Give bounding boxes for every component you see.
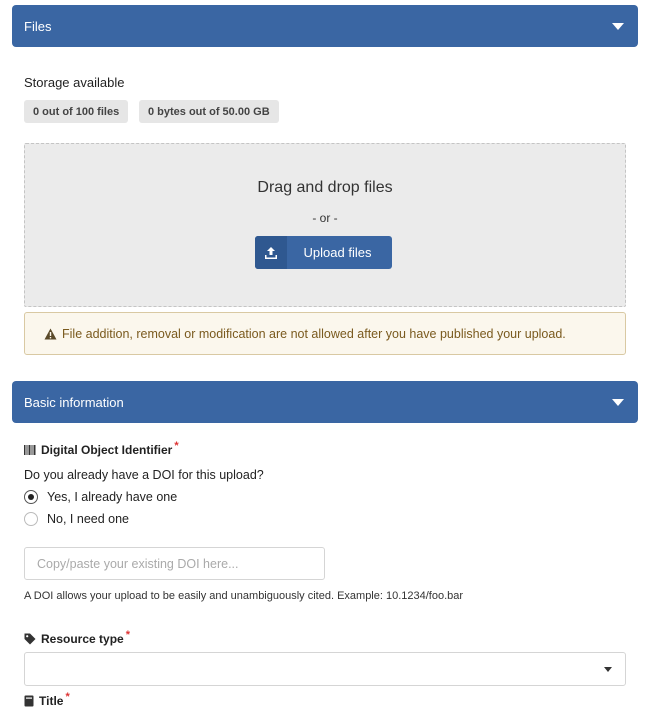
file-dropzone[interactable]: Drag and drop files - or - Upload files	[24, 143, 626, 307]
basic-info-section-title: Basic information	[24, 394, 124, 410]
required-marker: *	[65, 691, 70, 703]
dropzone-title: Drag and drop files	[257, 179, 393, 196]
dropzone-or: - or -	[312, 211, 338, 225]
files-count-badge: 0 out of 100 files	[24, 100, 129, 123]
caret-down-icon	[612, 398, 624, 406]
doi-label-text: Digital Object Identifier	[41, 443, 173, 457]
doi-input[interactable]	[24, 547, 325, 580]
caret-down-icon	[612, 22, 624, 30]
warning-triangle-icon	[44, 328, 57, 340]
doi-option-no[interactable]: No, I need one	[24, 512, 129, 526]
dropdown-caret-icon	[604, 667, 612, 672]
upload-icon	[255, 236, 287, 269]
files-accordion-header[interactable]: Files	[12, 5, 638, 47]
radio-checked[interactable]	[24, 490, 38, 504]
required-marker: *	[174, 440, 179, 452]
files-warning-message: File addition, removal or modification a…	[24, 312, 626, 355]
doi-question: Do you already have a DOI for this uploa…	[24, 468, 264, 482]
doi-option-yes-label: Yes, I already have one	[47, 490, 178, 504]
barcode-icon	[24, 445, 36, 455]
title-label: Title *	[24, 691, 70, 708]
radio-unchecked[interactable]	[24, 512, 38, 526]
upload-files-label: Upload files	[303, 245, 372, 260]
title-label-text: Title	[39, 694, 64, 708]
required-marker: *	[125, 629, 130, 641]
storage-label: Storage available	[24, 75, 125, 90]
upload-files-button[interactable]: Upload files	[255, 236, 392, 269]
files-section-title: Files	[24, 18, 52, 34]
doi-option-yes[interactable]: Yes, I already have one	[24, 490, 177, 504]
tag-icon	[24, 633, 36, 645]
book-icon	[24, 695, 34, 707]
warning-text: File addition, removal or modification a…	[62, 326, 566, 341]
storage-size-badge: 0 bytes out of 50.00 GB	[139, 100, 279, 123]
doi-label: Digital Object Identifier *	[24, 440, 179, 457]
doi-option-no-label: No, I need one	[47, 512, 130, 526]
resource-type-label-text: Resource type	[41, 632, 124, 646]
resource-type-select[interactable]	[24, 652, 626, 686]
resource-type-label: Resource type *	[24, 629, 130, 646]
basic-info-accordion-header[interactable]: Basic information	[12, 381, 638, 423]
doi-help-text: A DOI allows your upload to be easily an…	[24, 590, 464, 602]
